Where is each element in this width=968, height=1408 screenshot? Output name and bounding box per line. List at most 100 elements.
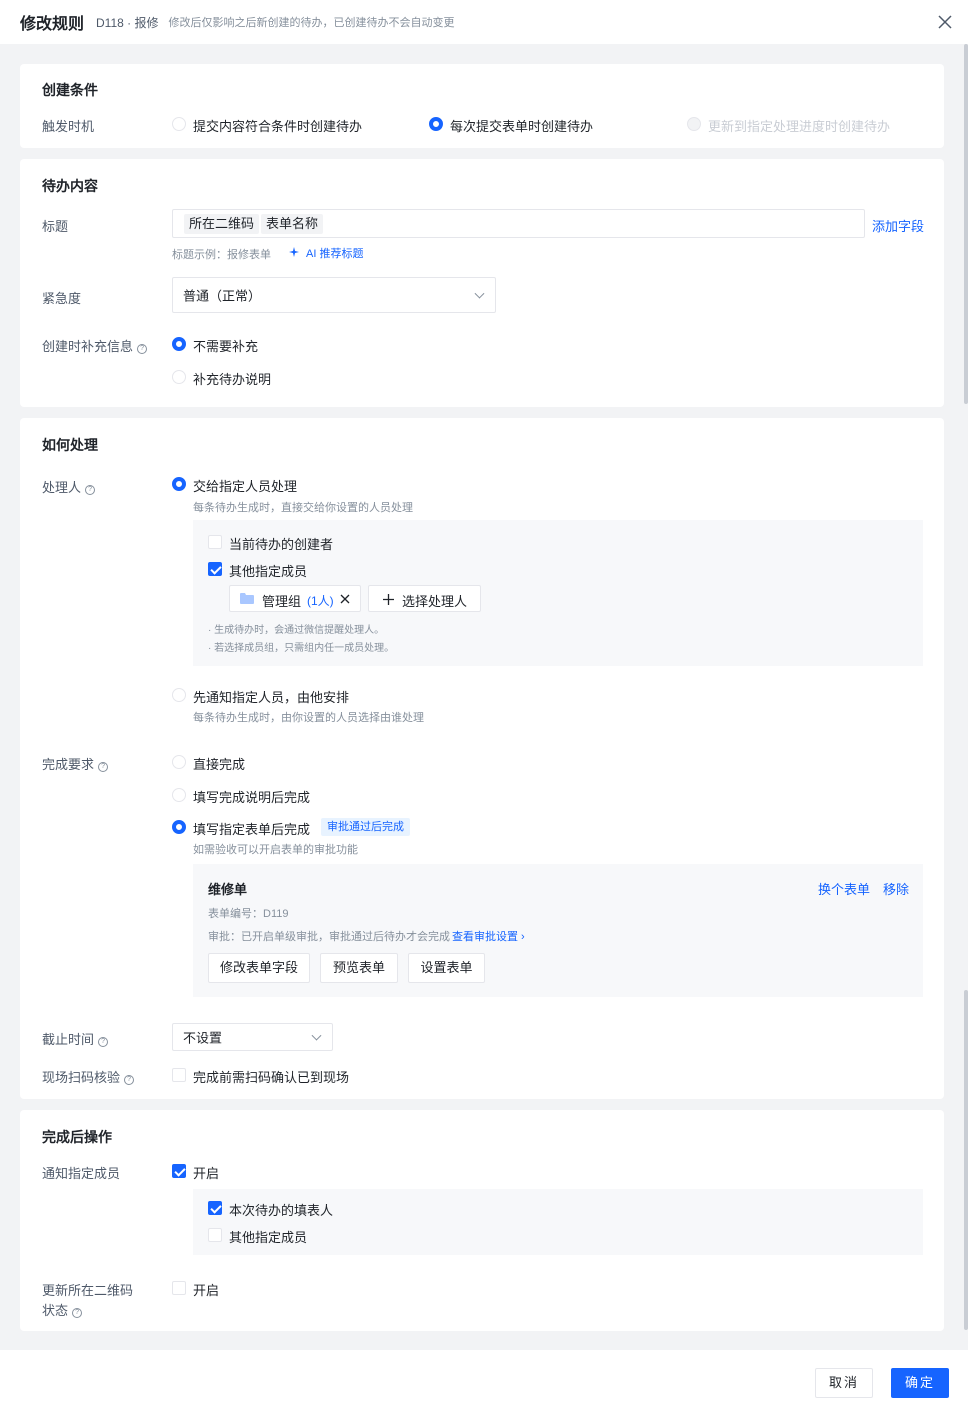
- update-qr-checkbox-label[interactable]: 开启: [193, 1280, 219, 1299]
- group-name: 管理组: [262, 594, 302, 609]
- folder-icon: [240, 593, 254, 604]
- deadline-label: 截止时间?: [42, 1029, 109, 1048]
- scan-checkbox-label[interactable]: 完成前需扫码确认已到现场: [193, 1067, 349, 1086]
- handler-label: 处理人?: [42, 477, 96, 496]
- modal-title: 修改规则: [20, 16, 85, 33]
- section-title: 待办内容: [42, 178, 98, 194]
- other-members-checkbox[interactable]: [208, 1228, 222, 1242]
- notify-label: 通知指定成员: [42, 1166, 121, 1181]
- ai-suggest-link[interactable]: AI 推荐标题: [306, 245, 363, 261]
- complete-option-label[interactable]: 填写完成说明后完成: [193, 787, 310, 806]
- modal-footer: 取消 确定: [0, 1350, 968, 1408]
- plus-icon: [383, 594, 394, 605]
- todo-content-card: 待办内容 标题 所在二维码 表单名称 添加字段 标题示例：报修表单 AI 推荐标…: [20, 159, 944, 407]
- handler-settings-box: 当前待办的创建者 其他指定成员 管理组 (1人) 选择处理人 · 生成待办时，会…: [193, 520, 923, 666]
- edit-form-fields-button[interactable]: 修改表单字段: [208, 953, 310, 983]
- complete-label: 完成要求?: [42, 754, 109, 773]
- scan-checkbox[interactable]: [172, 1068, 186, 1082]
- title-tag[interactable]: 表单名称: [261, 214, 324, 234]
- confirm-button[interactable]: 确定: [891, 1368, 949, 1398]
- complete-option-label[interactable]: 直接完成: [193, 754, 245, 773]
- update-qr-checkbox[interactable]: [172, 1281, 186, 1295]
- form-settings-button[interactable]: 设置表单: [408, 953, 485, 983]
- complete-radio-direct[interactable]: [172, 755, 186, 769]
- approval-settings-link[interactable]: 查看审批设置 ›: [452, 928, 525, 944]
- deadline-value: 不设置: [183, 1030, 223, 1046]
- title-input[interactable]: 所在二维码 表单名称: [172, 209, 865, 238]
- member-group-chip[interactable]: 管理组 (1人): [229, 585, 361, 612]
- supplement-label: 创建时补充信息?: [42, 336, 148, 355]
- handler-option-label[interactable]: 交给指定人员处理: [193, 476, 297, 495]
- supplement-option-label[interactable]: 补充待办说明: [193, 369, 271, 388]
- supplement-radio-desc[interactable]: [172, 370, 186, 384]
- deadline-select[interactable]: 不设置: [172, 1023, 333, 1051]
- handler-note: · 生成待办时，会通过微信提醒处理人。: [208, 625, 385, 636]
- title-example: 标题示例：报修表单: [172, 249, 271, 261]
- filler-checkbox-label[interactable]: 本次待办的填表人: [229, 1200, 333, 1219]
- update-qr-label: 更新所在二维码: [42, 1283, 134, 1298]
- urgency-label: 紧急度: [42, 291, 82, 306]
- create-condition-card: 创建条件 触发时机 提交内容符合条件时创建待办 每次提交表单时创建待办 更新到指…: [20, 64, 944, 148]
- help-icon: ?: [124, 1075, 135, 1085]
- creator-checkbox-label[interactable]: 当前待办的创建者: [229, 534, 333, 553]
- trigger-option-label: 更新到指定处理进度时创建待办: [708, 119, 891, 134]
- trigger-option-label[interactable]: 每次提交表单时创建待办: [450, 116, 593, 135]
- form-number: 表单编号：D119: [208, 908, 289, 920]
- other-members-checkbox-label[interactable]: 其他指定成员: [229, 1227, 307, 1246]
- change-form-link[interactable]: 换个表单: [818, 879, 870, 898]
- form-settings-box: 维修单 换个表单 移除 表单编号：D119 审批：已开启单级审批，审批通过后待办…: [193, 864, 923, 997]
- rule-subtitle: D118 · 报修: [96, 15, 159, 30]
- update-qr-label-line2: 状态?: [42, 1300, 83, 1319]
- group-count: (1人): [307, 594, 334, 608]
- sparkle-icon: [289, 247, 299, 257]
- select-handler-button[interactable]: 选择处理人: [368, 585, 481, 612]
- remove-icon[interactable]: [340, 594, 350, 604]
- scan-label: 现场扫码核验?: [42, 1067, 135, 1086]
- help-icon: ?: [85, 485, 96, 495]
- complete-radio-form[interactable]: [172, 820, 186, 834]
- notify-enable-label[interactable]: 开启: [193, 1163, 219, 1182]
- handler-radio-assign[interactable]: [172, 477, 186, 491]
- urgency-select[interactable]: 普通（正常）: [172, 277, 496, 313]
- handler-radio-notify[interactable]: [172, 688, 186, 702]
- scrollbar-thumb[interactable]: [964, 990, 968, 1330]
- section-title: 完成后操作: [42, 1129, 112, 1145]
- title-label: 标题: [42, 219, 69, 234]
- supplement-radio-none[interactable]: [172, 337, 186, 351]
- trigger-radio-every-submit[interactable]: [429, 117, 443, 131]
- trigger-radio-progress: [687, 117, 701, 131]
- filler-checkbox[interactable]: [208, 1201, 222, 1215]
- complete-desc: 如需验收可以开启表单的审批功能: [193, 844, 358, 856]
- add-field-link[interactable]: 添加字段: [872, 216, 924, 235]
- complete-option-label[interactable]: 填写指定表单后完成: [193, 819, 310, 838]
- remove-form-link[interactable]: 移除: [883, 879, 909, 898]
- chevron-down-icon: [474, 288, 485, 299]
- handler-note: · 若选择成员组，只需组内任一成员处理。: [208, 643, 395, 654]
- others-checkbox[interactable]: [208, 562, 222, 576]
- section-title: 如何处理: [42, 437, 98, 453]
- how-to-handle-card: 如何处理 处理人? 交给指定人员处理 每条待办生成时，直接交给你设置的人员处理 …: [20, 418, 944, 1099]
- trigger-label: 触发时机: [42, 119, 95, 134]
- help-icon: ?: [98, 1037, 109, 1047]
- preview-form-button[interactable]: 预览表单: [320, 953, 398, 983]
- cancel-button[interactable]: 取消: [815, 1368, 873, 1398]
- trigger-radio-conditional[interactable]: [172, 117, 186, 131]
- section-title: 创建条件: [42, 82, 98, 98]
- handler-option-desc: 每条待办生成时，直接交给你设置的人员处理: [193, 502, 413, 514]
- supplement-option-label[interactable]: 不需要补充: [193, 336, 258, 355]
- title-tag[interactable]: 所在二维码: [184, 214, 260, 234]
- others-checkbox-label[interactable]: 其他指定成员: [229, 561, 307, 580]
- close-icon[interactable]: [936, 13, 954, 31]
- help-icon: ?: [137, 344, 148, 354]
- notify-enable-checkbox[interactable]: [172, 1164, 186, 1178]
- approval-text: 审批：已开启单级审批，审批通过后待办才会完成: [208, 931, 450, 943]
- complete-radio-desc[interactable]: [172, 788, 186, 802]
- creator-checkbox[interactable]: [208, 535, 222, 549]
- urgency-value: 普通（正常）: [183, 288, 262, 304]
- header-hint: 修改后仅影响之后新创建的待办，已创建待办不会自动变更: [168, 17, 455, 29]
- trigger-option-label[interactable]: 提交内容符合条件时创建待办: [193, 116, 362, 135]
- select-handler-label: 选择处理人: [402, 594, 468, 609]
- notify-members-box: 本次待办的填表人 其他指定成员: [193, 1189, 923, 1255]
- handler-option-label[interactable]: 先通知指定人员，由他安排: [193, 687, 349, 706]
- scrollbar[interactable]: [964, 44, 968, 404]
